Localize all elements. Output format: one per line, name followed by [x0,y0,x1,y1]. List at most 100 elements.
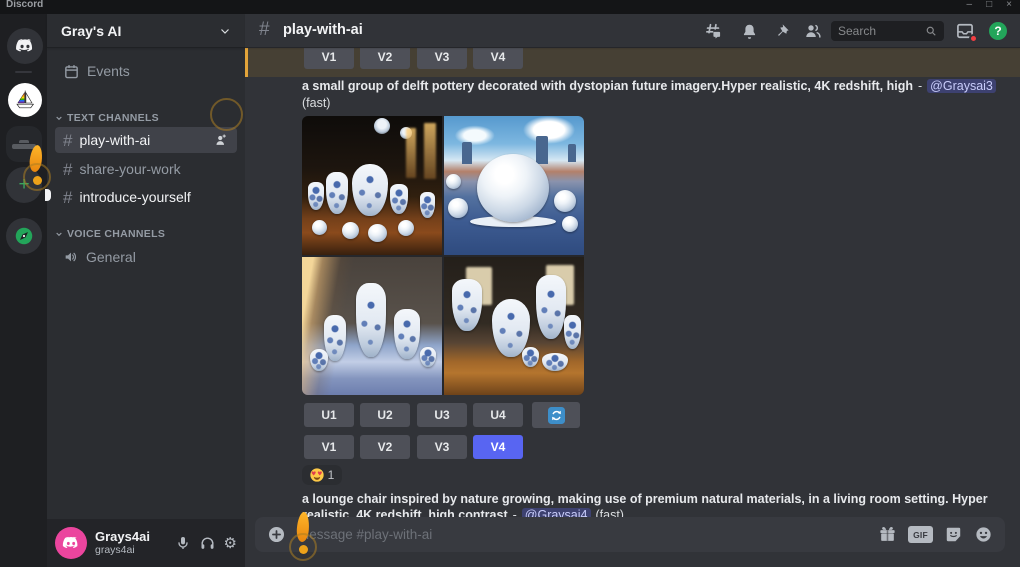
calendar-icon [63,63,80,80]
avatar[interactable] [55,527,87,559]
text-channels-label: TEXT CHANNELS [67,112,159,124]
question-mark-icon: ? [994,24,1001,38]
server-name: Gray's AI [61,23,219,39]
window-titlebar: Discord – □ × [0,0,1020,14]
chevron-down-icon [219,25,231,37]
user-panel: Grays4ai grays4ai ⚙ [47,519,245,567]
inbox-icon[interactable] [955,21,975,41]
message-prompt-line: a small group of delft pottery decorated… [302,79,996,93]
sidebar-voice-channel-general[interactable]: General [55,244,237,270]
gif-picker-button[interactable]: GIF [908,526,933,543]
image-quadrant-1[interactable] [302,116,442,255]
chevron-down-icon [55,230,63,238]
upscale-button-u1[interactable]: U1 [304,403,354,427]
text-channels-section-header[interactable]: TEXT CHANNELS [55,110,237,126]
message-composer: GIF [255,517,1005,552]
sidebar-item-events[interactable]: Events [55,58,237,84]
chevron-down-icon [55,114,63,122]
window-close-button[interactable]: × [1006,0,1012,10]
server-rail: + [0,14,47,567]
channel-name: introduce-yourself [79,189,190,205]
compass-icon [13,225,35,247]
channel-name: General [86,249,136,265]
member-list-icon[interactable] [803,21,823,41]
server-icon-shape [19,140,29,143]
search-placeholder: Search [838,24,925,38]
discord-logo-icon [61,536,81,551]
message-prompt-line-2: a lounge chair inspired by nature growin… [302,492,988,506]
speaker-icon [63,249,79,265]
variation-button-v4-active[interactable]: V4 [473,435,523,459]
hash-icon: # [63,161,72,178]
midjourney-server-button[interactable] [8,83,42,117]
rail-divider [15,71,32,73]
image-quadrant-2[interactable] [444,116,584,255]
reaction-pill[interactable]: ♥ ♥ 1 [302,465,342,485]
events-label: Events [87,63,130,79]
user-mention[interactable]: @Graysai3 [927,79,996,93]
channel-title: play-with-ai [283,22,363,38]
upscale-button-u4[interactable]: U4 [473,403,523,427]
add-server-button[interactable]: + [6,167,42,203]
microphone-icon[interactable] [175,535,191,551]
hash-icon: # [63,132,72,149]
discord-home-button[interactable] [7,28,43,64]
sidebar-channel-introduce-yourself[interactable]: # introduce-yourself [55,184,237,210]
refresh-icon [548,407,565,424]
window-title: Discord [6,0,43,10]
reroll-button[interactable] [532,402,580,428]
variation-button-v1-top[interactable]: V1 [304,48,354,69]
channel-sidebar: Gray's AI Events TEXT CHANNELS # play-wi… [47,14,245,567]
upscale-button-u3[interactable]: U3 [417,403,467,427]
threads-icon[interactable] [703,21,723,41]
reaction-count: 1 [328,468,335,482]
headphones-icon[interactable] [199,535,216,552]
voice-channels-section-header[interactable]: VOICE CHANNELS [55,226,237,242]
window-maximize-button[interactable]: □ [986,0,992,10]
voice-channels-label: VOICE CHANNELS [67,228,165,240]
variation-button-v1[interactable]: V1 [304,435,354,459]
invite-member-icon[interactable] [214,133,229,148]
window-minimize-button[interactable]: – [967,0,973,10]
explore-servers-button[interactable] [6,218,42,254]
gear-icon[interactable]: ⚙ [224,536,237,551]
generated-image-grid[interactable] [302,116,584,395]
notifications-bell-icon[interactable] [739,21,759,41]
sidebar-channel-play-with-ai[interactable]: # play-with-ai [55,127,237,153]
variation-button-v3[interactable]: V3 [417,435,467,459]
upscale-button-u2[interactable]: U2 [360,403,410,427]
image-quadrant-4[interactable] [444,257,584,396]
prompt-text: a small group of delft pottery decorated… [302,79,913,93]
search-icon [925,25,937,37]
channel-name: share-your-work [79,161,180,177]
server-icon-shape [12,144,36,149]
svg-text:♥: ♥ [311,470,316,477]
attach-plus-icon[interactable] [267,525,286,544]
sidebar-channel-share-your-work[interactable]: # share-your-work [55,156,237,182]
variation-button-v2[interactable]: V2 [360,435,410,459]
help-button[interactable]: ? [989,22,1007,40]
variation-button-v3-top[interactable]: V3 [417,48,467,69]
notification-dot [969,34,978,43]
svg-text:♥: ♥ [317,470,322,477]
username: Grays4ai [95,530,175,545]
server-header[interactable]: Gray's AI [47,14,245,48]
channel-name: play-with-ai [79,132,207,148]
heart-eyes-emoji-icon: ♥ ♥ [310,468,324,482]
gift-icon[interactable] [878,525,897,544]
image-quadrant-3[interactable] [302,257,442,396]
sticker-icon[interactable] [944,525,963,544]
message-input[interactable] [296,526,878,543]
server-button-dark[interactable] [6,126,42,162]
sailboat-icon [13,88,37,112]
unread-indicator-pill [45,189,51,201]
hash-icon: # [63,189,72,206]
variation-button-v4-top[interactable]: V4 [473,48,523,69]
search-input[interactable]: Search [831,21,944,41]
message-list: V1 V2 V3 V4 a small group of delft potte… [245,48,1020,567]
variation-button-v2-top[interactable]: V2 [360,48,410,69]
pinned-messages-icon[interactable] [771,21,791,41]
user-handle: grays4ai [95,544,175,556]
emoji-picker-icon[interactable] [974,525,993,544]
plus-icon: + [18,174,29,196]
